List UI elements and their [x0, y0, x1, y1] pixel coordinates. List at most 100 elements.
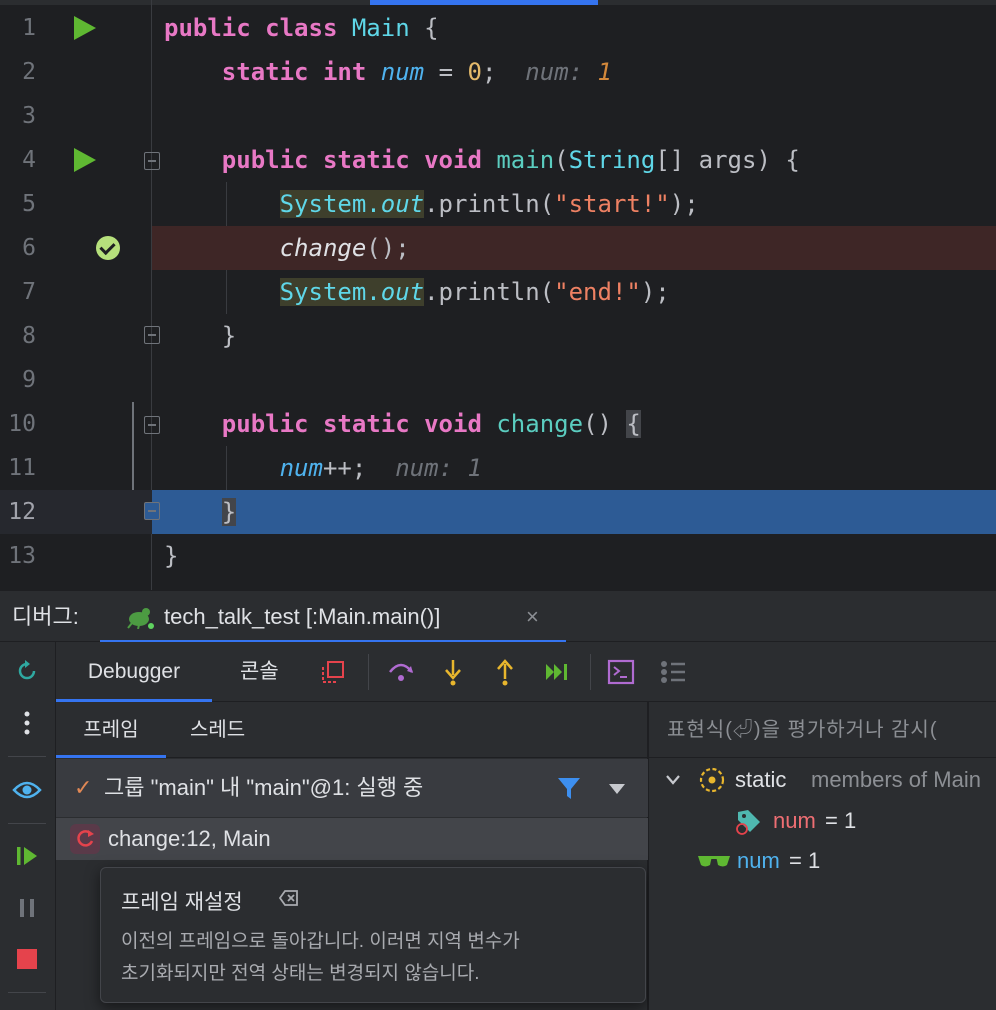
watch-name: num: [737, 848, 780, 873]
tab-debugger[interactable]: Debugger: [56, 642, 212, 702]
editor-tab-strip: [0, 0, 996, 5]
code-line[interactable]: 13 }: [0, 534, 996, 578]
filter-icon[interactable]: [556, 775, 582, 801]
rerun-icon[interactable]: [10, 654, 44, 688]
thread-label: 그룹 "main" 내 "main"@1: 실행 중: [104, 775, 424, 800]
debug-title: 디버그:: [12, 604, 79, 629]
close-icon[interactable]: ×: [526, 591, 539, 643]
code-line[interactable]: 5 System.out.println("start!");: [0, 182, 996, 226]
field-name: num: [773, 808, 816, 833]
chevron-down-icon[interactable]: [665, 774, 681, 786]
thread-selector[interactable]: ✓ 그룹 "main" 내 "main"@1: 실행 중: [56, 759, 648, 817]
line-number: 1: [22, 15, 36, 41]
static-field-icon: [736, 810, 760, 835]
debug-session-label: tech_talk_test [:Main.main()]: [164, 604, 441, 629]
code-text: public static void change() {: [221, 410, 641, 438]
code-editor[interactable]: 1 public class Main { 2 static int num =…: [0, 0, 996, 590]
view-breakpoints-eye-icon[interactable]: [10, 773, 44, 807]
chevron-down-icon[interactable]: [608, 783, 626, 795]
line-number: 7: [22, 279, 36, 305]
line-number: 9: [22, 367, 36, 393]
debug-side-toolbar: [0, 642, 56, 1010]
code-text: }: [164, 542, 179, 570]
variable-row-static[interactable]: static members of Main: [649, 760, 996, 800]
toolbar-separator: [8, 823, 46, 824]
variables-panel: 표현식(⏎)을 평가하거나 감시( static members of Main…: [649, 702, 996, 1010]
tooltip-description-line2: 초기화되지만 전역 상태는 변경되지 않습니다.: [121, 963, 480, 984]
code-line[interactable]: 9: [0, 358, 996, 402]
fold-icon[interactable]: [144, 152, 160, 170]
evaluate-placeholder: 표현식(⏎)을 평가하거나 감시(: [667, 719, 938, 741]
code-line[interactable]: 10 public static void change() {: [0, 402, 996, 446]
tab-frames[interactable]: 프레임: [56, 702, 166, 758]
code-line[interactable]: 1 public class Main {: [0, 6, 996, 50]
evaluate-expression-field[interactable]: 표현식(⏎)을 평가하거나 감시(: [649, 702, 996, 758]
line-number: 11: [8, 455, 36, 481]
code-text: }: [221, 322, 237, 350]
code-text: num++; num: 1: [279, 454, 482, 482]
code-text: public class Main {: [164, 14, 439, 42]
field-value: = 1: [825, 808, 857, 833]
toolbar-separator: [590, 654, 591, 690]
code-text: change();: [279, 234, 410, 262]
variable-row-field[interactable]: num = 1: [649, 801, 996, 841]
code-line[interactable]: 2 static int num = 0; num: 1: [0, 50, 996, 94]
pause-program-icon[interactable]: [10, 891, 44, 925]
bug-icon: [127, 608, 154, 629]
run-class-icon[interactable]: [74, 16, 96, 40]
line-number: 13: [8, 543, 36, 569]
watch-row[interactable]: num = 1: [649, 841, 996, 881]
debug-session-tab[interactable]: tech_talk_test [:Main.main()] ×: [100, 591, 566, 643]
more-options-icon[interactable]: [10, 706, 44, 740]
stop-program-icon[interactable]: [10, 942, 44, 976]
static-members-label: members of Main: [811, 767, 981, 792]
debug-tool-window-header: 디버그: tech_talk_test [:Main.main()] ×: [0, 590, 996, 643]
frames-subtabs: 프레임 스레드: [56, 702, 648, 758]
tooltip-description-line1: 이전의 프레임으로 돌아갑니다. 이러면 지역 변수가: [121, 931, 520, 952]
code-text: public static void main(String[] args) {: [221, 146, 800, 174]
fold-icon[interactable]: [144, 326, 160, 344]
run-to-cursor-icon[interactable]: [542, 657, 572, 687]
step-out-icon[interactable]: [490, 657, 520, 687]
inline-value-hint: num: 1: [525, 58, 612, 86]
watch-glasses-icon: [698, 856, 730, 867]
fold-icon[interactable]: [144, 502, 160, 520]
resume-program-icon[interactable]: [10, 839, 44, 873]
code-line[interactable]: 11 num++; num: 1: [0, 446, 996, 490]
line-number: 3: [22, 103, 36, 129]
code-line[interactable]: 7 System.out.println("end!");: [0, 270, 996, 314]
run-main-icon[interactable]: [74, 148, 96, 172]
debugger-toolbar: Debugger 콘솔: [56, 642, 996, 702]
execution-point-line[interactable]: 12 }: [0, 490, 996, 534]
line-number: 5: [22, 191, 36, 217]
breakpoint-line[interactable]: 6 change();: [0, 226, 996, 270]
tooltip-title: 프레임 재설정: [121, 891, 243, 914]
code-line[interactable]: 3: [0, 94, 996, 138]
check-icon: ✓: [74, 775, 93, 800]
line-number: 12: [8, 499, 36, 525]
line-number: 10: [8, 411, 36, 437]
reset-frame-icon[interactable]: [70, 824, 100, 854]
reset-frame-tooltip: 프레임 재설정 이전의 프레임으로 돌아갑니다. 이러면 지역 변수가 초기화되…: [100, 867, 646, 1003]
line-number: 4: [22, 147, 36, 173]
breakpoint-verified-icon[interactable]: [96, 236, 120, 260]
line-number: 6: [22, 235, 36, 261]
step-into-icon[interactable]: [438, 657, 468, 687]
code-line[interactable]: 8 }: [0, 314, 996, 358]
inline-value-hint: num: 1: [395, 454, 482, 482]
static-label: static: [735, 767, 787, 792]
stack-frame-row[interactable]: change:12, Main: [56, 818, 648, 860]
code-line[interactable]: 4 public static void main(String[] args)…: [0, 138, 996, 182]
frame-label: change:12, Main: [108, 826, 271, 851]
execution-highlight: [152, 490, 996, 534]
fold-icon[interactable]: [144, 416, 160, 434]
threads-view-icon[interactable]: [658, 657, 688, 687]
layout-settings-icon[interactable]: [318, 657, 348, 687]
active-tab-indicator: [370, 0, 598, 5]
evaluate-expression-icon[interactable]: [606, 657, 636, 687]
step-over-icon[interactable]: [386, 657, 416, 687]
toolbar-separator: [368, 654, 369, 690]
toolbar-separator: [8, 756, 46, 757]
tab-console[interactable]: 콘솔: [240, 642, 279, 702]
tab-threads[interactable]: 스레드: [190, 702, 245, 758]
